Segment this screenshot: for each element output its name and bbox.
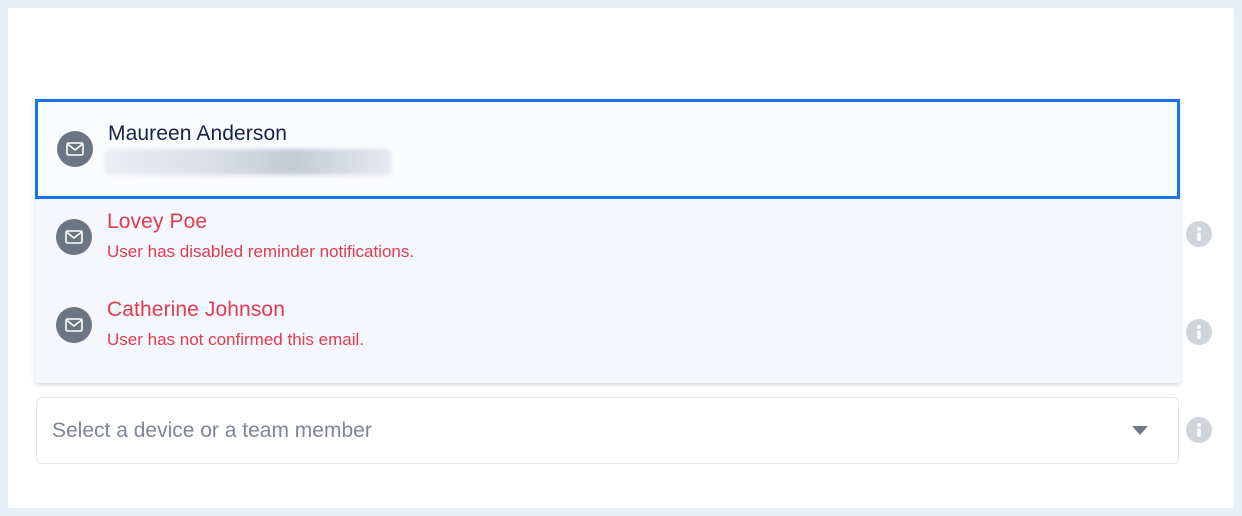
redacted-email (105, 149, 391, 175)
info-icon[interactable] (1186, 221, 1212, 247)
option-catherine-johnson[interactable]: Catherine Johnson User has not confirmed… (35, 287, 1180, 375)
option-name: Maureen Anderson (108, 122, 288, 145)
option-maureen-anderson[interactable]: Maureen Anderson (35, 99, 1180, 199)
info-icon[interactable] (1186, 319, 1212, 345)
option-warning-text: User has disabled reminder notifications… (107, 242, 415, 261)
option-name: Catherine Johnson (107, 298, 285, 321)
mail-icon (56, 307, 92, 343)
option-name: Lovey Poe (107, 210, 208, 233)
mail-icon (56, 219, 92, 255)
info-icon[interactable] (1186, 417, 1212, 443)
select-placeholder: Select a device or a team member (52, 419, 372, 442)
chevron-down-icon[interactable] (1132, 426, 1148, 435)
device-or-member-select[interactable]: Select a device or a team member (36, 397, 1179, 464)
option-warning-text: User has not confirmed this email. (107, 330, 364, 349)
recipient-dropdown-list: Maureen Anderson Lovey Poe User has disa… (35, 99, 1180, 383)
option-lovey-poe[interactable]: Lovey Poe User has disabled reminder not… (35, 199, 1180, 287)
mail-icon (57, 131, 93, 167)
